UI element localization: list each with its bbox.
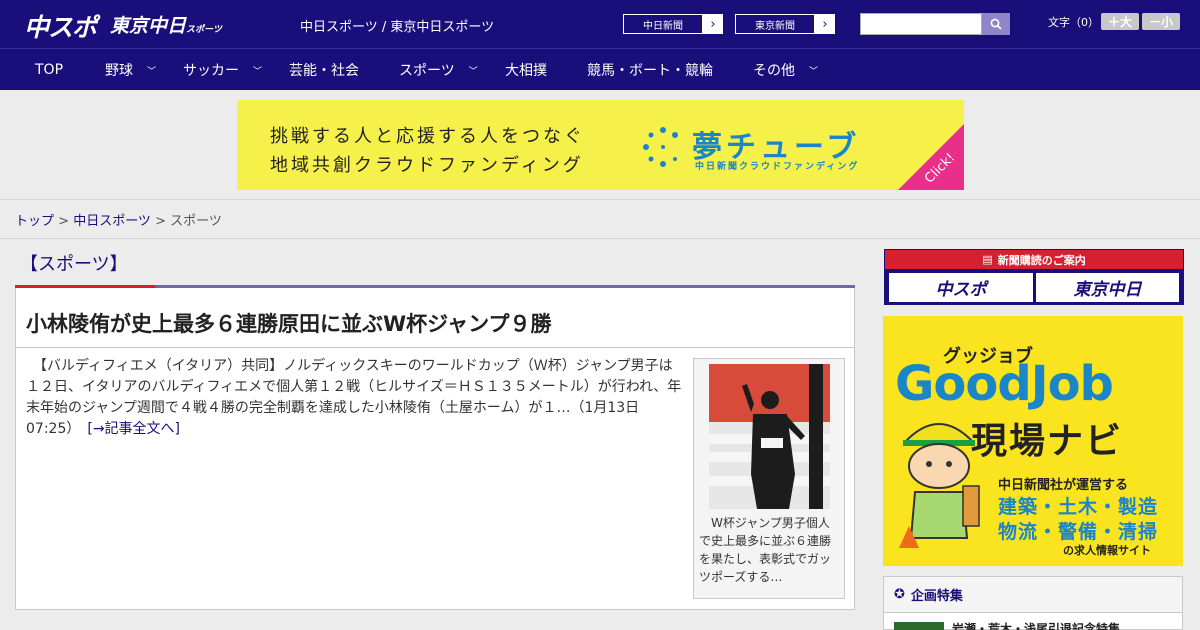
tokyo-shimbun-button[interactable]: 東京新聞 › — [734, 13, 836, 35]
feature-item[interactable]: 岩瀬・荒木・浅尾引退記念特集 — [894, 620, 1120, 630]
nav-item-baseball[interactable]: 野球 ﹀ — [105, 49, 156, 91]
font-bigger-button[interactable]: ＋大 — [1101, 13, 1139, 30]
chuspo-logo[interactable]: 中スポ — [24, 8, 97, 44]
nav-item-top[interactable]: TOP — [35, 49, 63, 91]
feature-heading: ✪ 企画特集 — [884, 577, 1182, 613]
chevron-down-icon: ﹀ — [147, 66, 157, 77]
article-photo-box: W杯ジャンプ男子個人で史上最多に並ぶ６連勝を果たし、表彰式でガッツポーズする… — [693, 358, 845, 599]
nav-item-soccer[interactable]: サッカー ﹀ — [183, 49, 262, 91]
subscribe-chuspo-link[interactable]: 中スポ — [889, 273, 1033, 302]
chevron-down-icon: ﹀ — [468, 66, 478, 77]
nav-item-racing[interactable]: 競馬・ボート・競輪 — [587, 49, 713, 91]
search-button[interactable] — [982, 13, 1010, 35]
breadcrumb: トップ > 中日スポーツ > スポーツ — [15, 214, 222, 229]
banner-area: 挑戦する人と応援する人をつなぐ 地域共創クラウドファンディング 夢チューブ 中日… — [0, 90, 1200, 200]
site-name-links[interactable]: 中日スポーツ / 東京中日スポーツ — [300, 16, 494, 35]
feature-box: ✪ 企画特集 岩瀬・荒木・浅尾引退記念特集 — [883, 576, 1183, 630]
yume-tube-logo-icon — [643, 127, 678, 167]
breadcrumb-home-link[interactable]: トップ — [15, 214, 54, 229]
ski-jumper-photo-icon — [709, 364, 830, 509]
crowdfunding-banner[interactable]: 挑戦する人と応援する人をつなぐ 地域共創クラウドファンディング 夢チューブ 中日… — [237, 100, 964, 190]
chevron-down-icon: ﹀ — [809, 66, 819, 77]
chevron-right-icon: › — [710, 16, 716, 32]
nav-item-sumo[interactable]: 大相撲 — [505, 49, 547, 91]
feature-thumbnail — [894, 621, 944, 630]
nav-item-sports[interactable]: スポーツ ﹀ — [399, 49, 478, 91]
chevron-down-icon: ﹀ — [253, 66, 263, 77]
search-icon — [990, 18, 1002, 30]
article-photo[interactable] — [709, 364, 830, 509]
subscription-heading: ▤ 新聞購読のご案内 — [885, 250, 1183, 269]
font-size-label: 文字（0） — [1048, 16, 1099, 29]
tokyo-chunichi-logo[interactable]: 東京中日スポーツ — [110, 11, 222, 38]
search-input[interactable] — [860, 13, 982, 35]
chevron-right-icon: › — [822, 16, 828, 32]
font-smaller-button[interactable]: －小 — [1142, 13, 1180, 30]
section-title: 【スポーツ】 — [20, 254, 128, 275]
goodjob-banner[interactable]: グッジョブ GoodJob 現場ナビ 中日新聞社が運営する 建築・土木・製造 物… — [883, 316, 1183, 566]
newspaper-icon: ▤ — [982, 253, 993, 266]
article-summary: 【バルディフィエメ（イタリア）共同】ノルディックスキーのワールドカップ（Ｗ杯）ジ… — [26, 358, 682, 437]
top-header: 中スポ 東京中日スポーツ 中日スポーツ / 東京中日スポーツ 中日新聞 › 東京… — [0, 0, 1200, 48]
main-nav: TOP 野球 ﹀ サッカー ﹀ 芸能・社会 スポーツ ﹀ 大相撲 競馬・ボート・競輪 … — [0, 48, 1200, 90]
breadcrumb-parent-link[interactable]: 中日スポーツ — [73, 214, 151, 229]
nav-item-entertainment[interactable]: 芸能・社会 — [289, 49, 359, 91]
photo-caption: W杯ジャンプ男子個人で史上最多に並ぶ６連勝を果たし、表彰式でガッツポーズする… — [699, 516, 832, 584]
read-more-link[interactable]: [→記事全文へ] — [87, 421, 180, 437]
subscription-box: ▤ 新聞購読のご案内 中スポ 東京中日 — [884, 249, 1184, 305]
nav-item-other[interactable]: その他 ﹀ — [753, 49, 818, 91]
breadcrumb-current: スポーツ — [170, 214, 222, 229]
article-title[interactable]: 小林陵侑が史上最多６連勝原田に並ぶW杯ジャンプ９勝 — [26, 308, 551, 338]
divider — [16, 347, 854, 348]
ribbon-icon: ✪ — [894, 587, 905, 602]
worker-illustration-icon — [899, 423, 980, 548]
article-card: 小林陵侑が史上最多６連勝原田に並ぶW杯ジャンプ９勝 【バルディフィエメ（イタリア… — [15, 288, 855, 610]
chunichi-shimbun-button[interactable]: 中日新聞 › — [622, 13, 724, 35]
subscribe-tokyo-chunichi-link[interactable]: 東京中日 — [1036, 273, 1179, 302]
divider — [0, 238, 1200, 239]
